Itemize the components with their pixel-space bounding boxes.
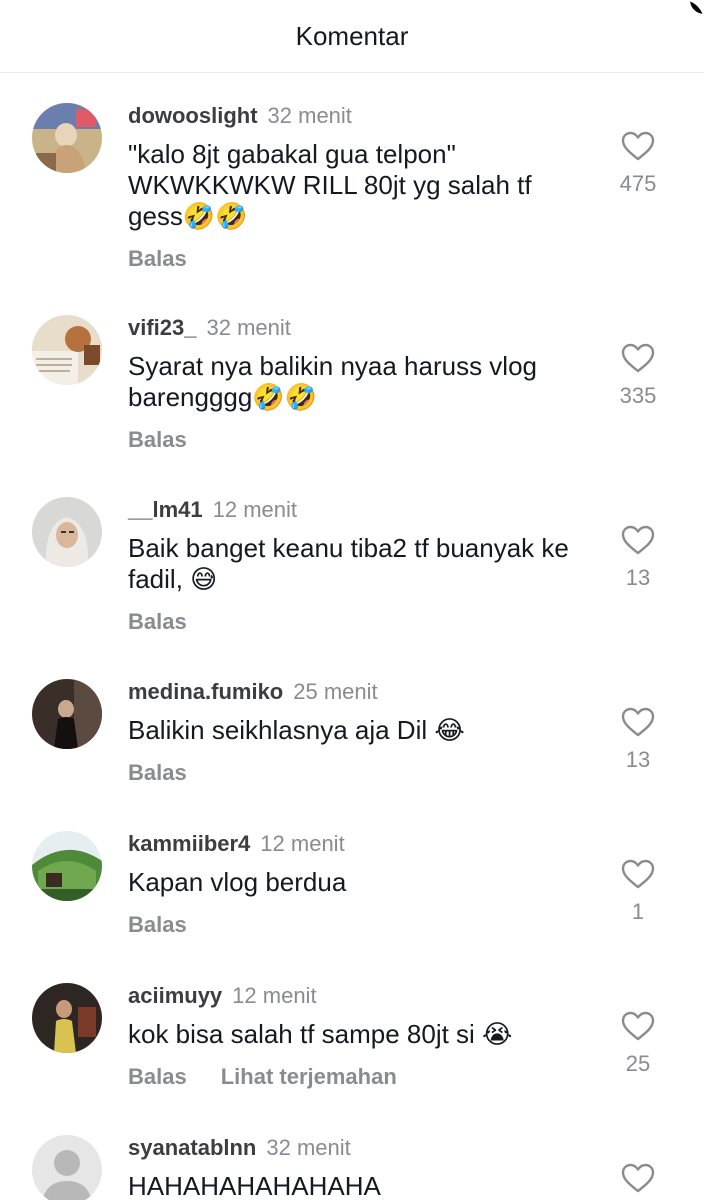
- avatar[interactable]: [32, 983, 102, 1053]
- like-count: 25: [625, 1051, 651, 1076]
- header-title: Komentar: [295, 20, 409, 51]
- comment-time: 32 menit: [266, 1135, 351, 1160]
- comment-text: Kapan vlog berdua: [128, 867, 347, 897]
- comment-text: "kalo 8jt gabakal gua telpon" WKWKKWKW R…: [128, 139, 532, 231]
- heart-icon[interactable]: [621, 1011, 655, 1041]
- comment-username[interactable]: medina.fumiko: [128, 679, 283, 705]
- like-button[interactable]: 1: [606, 859, 670, 925]
- like-button[interactable]: [606, 1163, 670, 1193]
- heart-icon[interactable]: [621, 1163, 655, 1193]
- reply-button[interactable]: Balas: [128, 912, 187, 938]
- like-button[interactable]: 25: [606, 1011, 670, 1077]
- comment-text: HAHAHAHAHAHAHA: [128, 1171, 381, 1200]
- comment-username[interactable]: __lm41: [128, 497, 203, 523]
- comments-sheet: Komentar dowooslight 32 menit "kalo 8jt …: [0, 0, 704, 1200]
- comment-username[interactable]: aciimuyy: [128, 983, 222, 1009]
- comment-text: Balikin seikhlasnya aja Dil 😂: [128, 715, 465, 745]
- heart-icon[interactable]: [621, 525, 655, 555]
- heart-icon[interactable]: [621, 707, 655, 737]
- like-button[interactable]: 13: [606, 525, 670, 591]
- heart-icon[interactable]: [621, 343, 655, 373]
- comment-username[interactable]: kammiiber4: [128, 831, 250, 857]
- like-count: 335: [619, 383, 657, 408]
- like-button[interactable]: 335: [606, 343, 670, 409]
- like-count: 1: [631, 899, 645, 924]
- comments-header: Komentar: [0, 0, 704, 73]
- comment-time: 25 menit: [293, 679, 378, 704]
- heart-icon[interactable]: [621, 131, 655, 161]
- reply-button[interactable]: Balas: [128, 760, 187, 786]
- comment-text: Baik banget keanu tiba2 tf buanyak ke fa…: [128, 533, 569, 594]
- comment-username[interactable]: vifi23_: [128, 315, 197, 341]
- reply-button[interactable]: Balas: [128, 246, 187, 272]
- avatar[interactable]: [32, 315, 102, 385]
- comment-time: 32 menit: [206, 315, 291, 340]
- translate-link[interactable]: Lihat terjemahan: [221, 1064, 397, 1090]
- sheet-corner: [690, 0, 704, 14]
- avatar[interactable]: [32, 1135, 102, 1200]
- like-count: 13: [625, 747, 651, 772]
- avatar[interactable]: [32, 497, 102, 567]
- avatar[interactable]: [32, 831, 102, 901]
- comment-time: 12 menit: [260, 831, 345, 856]
- like-count: 13: [625, 565, 651, 590]
- avatar[interactable]: [32, 103, 102, 173]
- default-avatar-icon: [32, 1135, 102, 1200]
- like-count: 475: [619, 171, 657, 196]
- like-button[interactable]: 475: [606, 131, 670, 197]
- reply-button[interactable]: Balas: [128, 609, 187, 635]
- comment-time: 32 menit: [267, 103, 352, 128]
- comment-username[interactable]: dowooslight: [128, 103, 258, 129]
- comment-time: 12 menit: [232, 983, 317, 1008]
- reply-button[interactable]: Balas: [128, 1064, 187, 1090]
- comment-time: 12 menit: [212, 497, 298, 522]
- comment-username[interactable]: syanatablnn: [128, 1135, 256, 1161]
- avatar[interactable]: [32, 679, 102, 749]
- like-button[interactable]: 13: [606, 707, 670, 773]
- reply-button[interactable]: Balas: [128, 427, 187, 453]
- comment-text: Syarat nya balikin nyaa haruss vlog bare…: [128, 351, 538, 412]
- heart-icon[interactable]: [621, 859, 655, 889]
- comment-text: kok bisa salah tf sampe 80jt si 😭: [128, 1019, 513, 1049]
